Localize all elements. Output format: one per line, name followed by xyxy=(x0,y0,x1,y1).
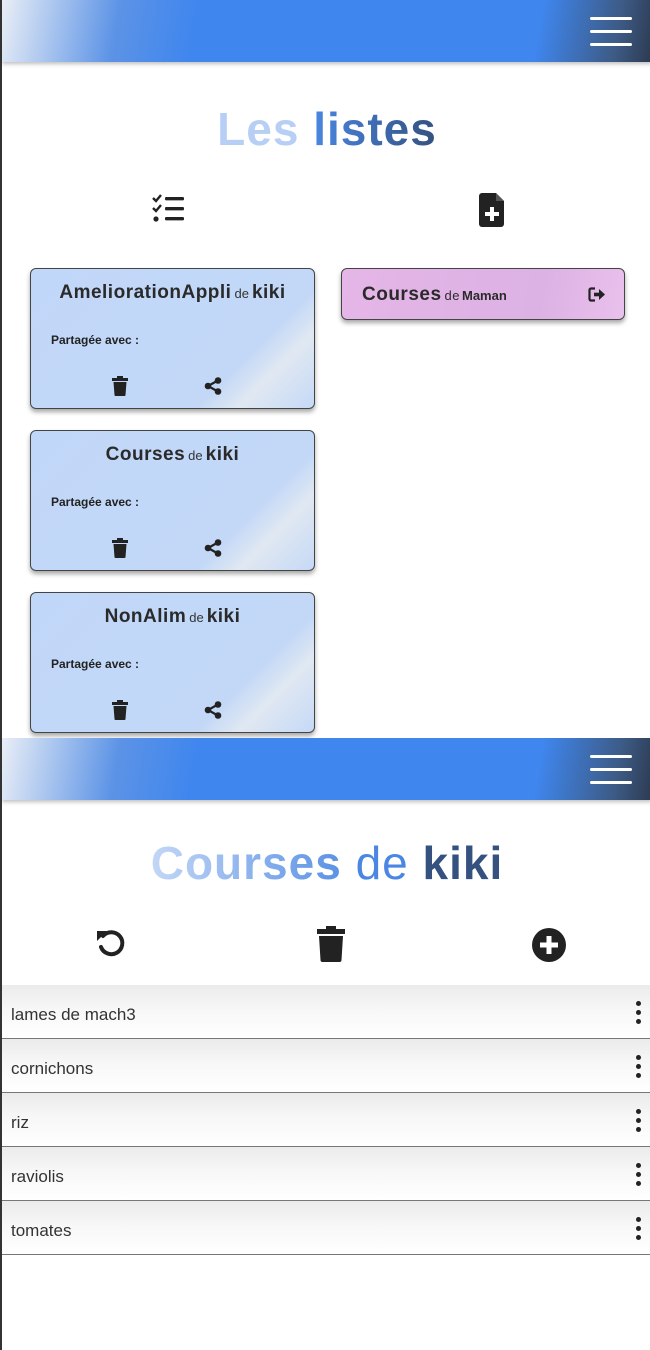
item-label: cornichons xyxy=(11,1059,94,1078)
item-label: tomates xyxy=(11,1221,72,1240)
share-icon[interactable] xyxy=(203,699,223,721)
page-title-part1: Les xyxy=(217,103,300,155)
page-title-part2: listes xyxy=(313,103,437,155)
file-plus-icon[interactable] xyxy=(478,193,506,227)
list-owner: kiki xyxy=(251,282,286,303)
list-card-title: AmeliorationAppli de kiki xyxy=(31,282,314,304)
list-de: de xyxy=(189,610,204,625)
shared-with-label: Partagée avec : xyxy=(51,657,140,671)
trash-icon[interactable] xyxy=(314,925,348,963)
list-owner: kiki xyxy=(206,606,241,627)
item-label: riz xyxy=(11,1113,29,1132)
more-options-icon[interactable] xyxy=(630,1216,646,1242)
list-name: AmeliorationAppli xyxy=(59,282,232,303)
trash-icon[interactable] xyxy=(110,375,130,397)
list-item[interactable]: tomates xyxy=(2,1201,650,1255)
list-name: NonAlim xyxy=(104,606,187,627)
share-icon[interactable] xyxy=(203,537,223,559)
trash-icon[interactable] xyxy=(110,699,130,721)
list-name: Courses xyxy=(362,284,442,305)
more-options-icon[interactable] xyxy=(630,1108,646,1134)
page-title: Courses de kiki xyxy=(2,836,650,890)
list-de: de xyxy=(444,288,460,303)
list-item[interactable]: raviolis xyxy=(2,1147,650,1201)
more-options-icon[interactable] xyxy=(630,1162,646,1188)
navbar xyxy=(2,738,650,800)
list-card[interactable]: Courses de kiki Partagée avec : xyxy=(30,430,315,571)
page-title-part3: kiki xyxy=(422,837,504,889)
item-label: raviolis xyxy=(11,1167,64,1186)
share-icon[interactable] xyxy=(203,375,223,397)
navbar xyxy=(2,0,650,62)
plus-circle-icon[interactable] xyxy=(531,927,567,963)
page-title: Les listes xyxy=(2,102,650,156)
list-card[interactable]: NonAlim de kiki Partagée avec : xyxy=(30,592,315,733)
list-owner: kiki xyxy=(205,444,240,465)
list-name: Courses xyxy=(105,444,186,465)
shared-with-label: Partagée avec : xyxy=(51,333,140,347)
list-de: de xyxy=(188,448,203,463)
page-title-part2: de xyxy=(355,837,409,889)
list-card-title: NonAlim de kiki xyxy=(31,606,314,628)
list-item[interactable]: lames de mach3 xyxy=(2,985,650,1039)
list-detail-screen: Courses de kiki lames de mach3 cornichon… xyxy=(0,738,650,1350)
page-title-part1: Courses xyxy=(150,837,342,889)
more-options-icon[interactable] xyxy=(630,1054,646,1080)
refresh-icon[interactable] xyxy=(94,926,128,960)
item-label: lames de mach3 xyxy=(11,1005,136,1024)
checklist-icon[interactable] xyxy=(150,193,186,225)
list-owner: Maman xyxy=(462,288,507,303)
trash-icon[interactable] xyxy=(110,537,130,559)
shared-list-card[interactable]: Courses de Maman xyxy=(341,268,625,320)
list-card[interactable]: AmeliorationAppli de kiki Partagée avec : xyxy=(30,268,315,409)
list-card-title: Courses de kiki xyxy=(31,444,314,466)
hamburger-icon[interactable] xyxy=(590,755,632,785)
leave-icon[interactable] xyxy=(588,286,606,302)
more-options-icon[interactable] xyxy=(630,1000,646,1026)
shared-list-title: Courses de Maman xyxy=(362,284,507,306)
list-item[interactable]: riz xyxy=(2,1093,650,1147)
lists-screen: Les listes AmeliorationAppli de kiki Parta… xyxy=(0,0,650,738)
list-item[interactable]: cornichons xyxy=(2,1039,650,1093)
shared-with-label: Partagée avec : xyxy=(51,495,140,509)
hamburger-icon[interactable] xyxy=(590,17,632,47)
list-de: de xyxy=(234,286,249,301)
